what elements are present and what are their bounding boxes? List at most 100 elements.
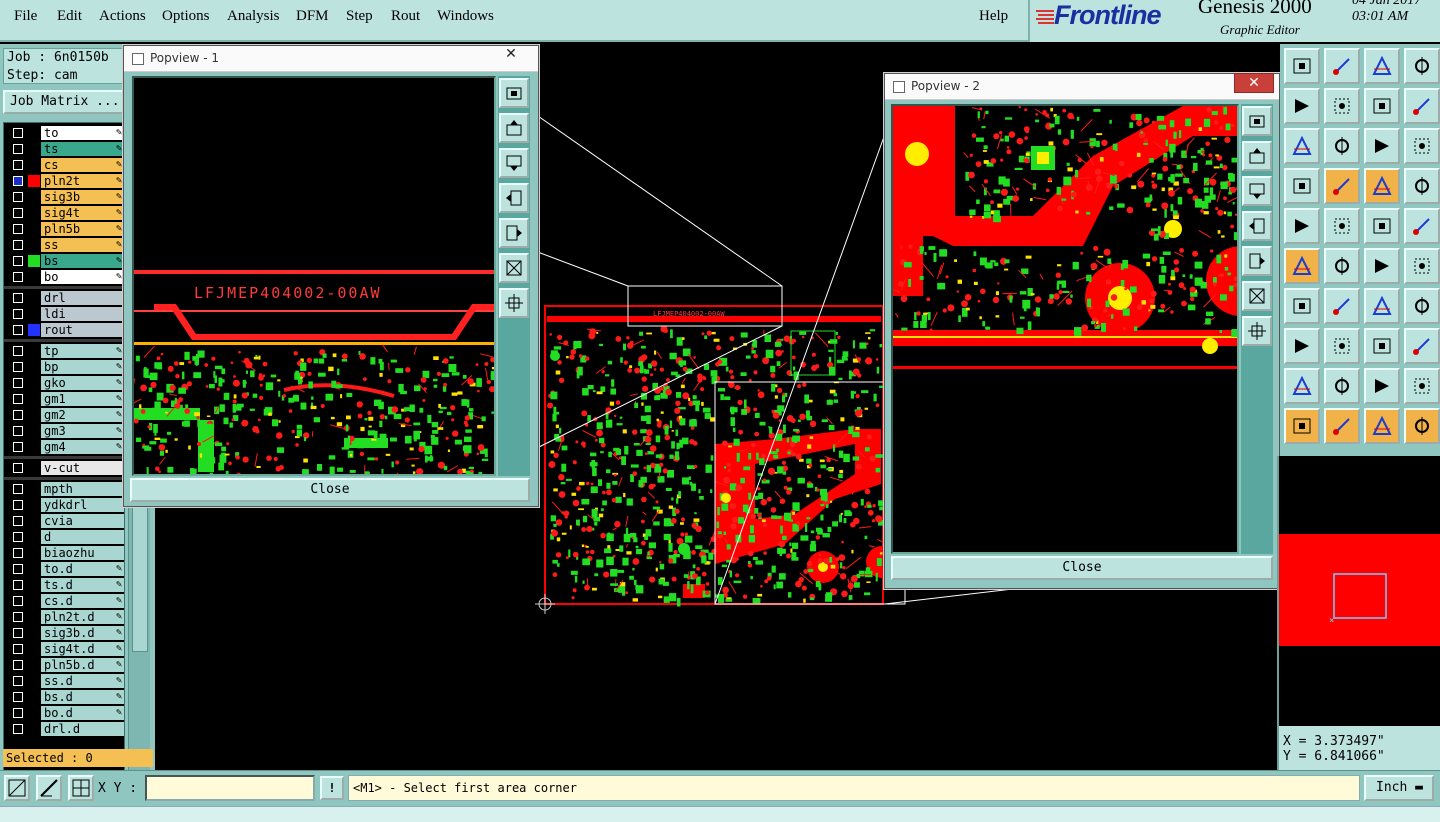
layer-row[interactable]: cvia (4, 513, 124, 529)
layer-checkbox[interactable] (13, 240, 23, 250)
snap-tool-icon[interactable] (4, 775, 30, 801)
layer-row[interactable]: ydkdrl (4, 497, 124, 513)
pop-tool-left-icon[interactable] (1242, 211, 1272, 241)
layer-name[interactable]: gko ✎ (41, 376, 124, 390)
pan-left-icon[interactable] (1284, 88, 1320, 124)
layer-name[interactable]: bo.d ✎ (41, 706, 124, 720)
popview-1-window[interactable]: Popview - 1 ✕ LFJMEP404002-00AW Close (123, 45, 539, 507)
layer-name[interactable]: ydkdrl (41, 498, 124, 512)
layer-name[interactable]: sig4t.d ✎ (41, 642, 124, 656)
cross-icon[interactable] (1324, 248, 1360, 284)
layer-name[interactable]: cs ✎ (41, 158, 124, 172)
layer-checkbox[interactable] (13, 500, 23, 510)
layer-checkbox[interactable] (13, 293, 23, 303)
layer-checkbox[interactable] (13, 362, 23, 372)
layer-name[interactable]: pln5b ✎ (41, 222, 124, 236)
layer-row[interactable]: gko ✎ (4, 375, 124, 391)
pop-tool-right-icon[interactable] (1242, 246, 1272, 276)
triangle-line-icon[interactable] (1404, 368, 1440, 404)
command-exec-button[interactable]: ! (320, 776, 344, 800)
layer-row[interactable]: bs ✎ (4, 253, 124, 269)
pop-tool-zoom-in-icon[interactable] (499, 288, 529, 318)
layer-checkbox[interactable] (13, 628, 23, 638)
layer-checkbox[interactable] (13, 346, 23, 356)
menu-analysis[interactable]: Analysis (227, 8, 280, 25)
home-icon[interactable] (1364, 48, 1400, 84)
layer-name[interactable]: to.d ✎ (41, 562, 124, 576)
layer-checkbox[interactable] (13, 660, 23, 670)
layer-name[interactable]: bs ✎ (41, 254, 124, 268)
layer-name[interactable]: bs.d ✎ (41, 690, 124, 704)
pop-tool-up-icon[interactable] (1242, 141, 1272, 171)
pop-tool-up-icon[interactable] (499, 113, 529, 143)
grid-view-icon[interactable] (1404, 48, 1440, 84)
pop-tool-zoom-out-icon[interactable] (1242, 281, 1272, 311)
menu-actions[interactable]: Actions (99, 8, 146, 25)
layer-row[interactable]: drl (4, 290, 124, 306)
layer-row[interactable]: pln5b.d ✎ (4, 657, 124, 673)
measure-tool-icon[interactable] (36, 775, 62, 801)
layer-checkbox[interactable] (13, 144, 23, 154)
pop-tool-zoom-out-icon[interactable] (499, 253, 529, 283)
layer-row[interactable]: bp ✎ (4, 359, 124, 375)
menu-dfm[interactable]: DFM (296, 8, 329, 25)
layer-name[interactable]: drl.d (41, 722, 124, 736)
layer-checkbox[interactable] (13, 426, 23, 436)
layer-name[interactable]: ldi (41, 307, 124, 321)
layer-row[interactable]: d (4, 529, 124, 545)
layer-name[interactable]: biaozhu (41, 546, 124, 560)
layer-checkbox[interactable] (13, 532, 23, 542)
layer-row[interactable]: tp ✎ (4, 343, 124, 359)
net-icon[interactable] (1364, 168, 1400, 204)
menu-edit[interactable]: Edit (57, 8, 82, 25)
pointer-icon[interactable] (1284, 408, 1320, 444)
layer-name[interactable]: bp ✎ (41, 360, 124, 374)
popview-1-close-button[interactable]: Close (130, 478, 530, 502)
popview-2-window[interactable]: Popview - 2 ✕ Close (884, 73, 1280, 589)
ruler-icon[interactable] (1364, 208, 1400, 244)
popview-2-view[interactable] (891, 104, 1239, 554)
layer-name[interactable]: sig3b.d ✎ (41, 626, 124, 640)
popview-1-view[interactable]: LFJMEP404002-00AW (132, 76, 496, 476)
menu-rout[interactable]: Rout (391, 8, 420, 25)
layer-row[interactable]: ss ✎ (4, 237, 124, 253)
resize-icon[interactable] (1364, 328, 1400, 364)
popview-2-close-x-button[interactable]: ✕ (1234, 73, 1274, 93)
layer-row[interactable]: rout (4, 322, 124, 338)
overview-map[interactable]: × (1277, 456, 1440, 726)
menu-options[interactable]: Options (162, 8, 210, 25)
layer-name[interactable]: ss ✎ (41, 238, 124, 252)
pop-tool-zoom-in-icon[interactable] (1242, 316, 1272, 346)
layer-color-swatch[interactable] (28, 175, 40, 187)
pad-move-icon[interactable] (1284, 328, 1320, 364)
layer-checkbox[interactable] (13, 394, 23, 404)
layer-row[interactable]: bo ✎ (4, 269, 124, 285)
layer-checkbox[interactable] (13, 708, 23, 718)
layer-checkbox[interactable] (13, 676, 23, 686)
popview-2-pcb[interactable] (893, 106, 1239, 554)
layer-row[interactable]: ts ✎ (4, 141, 124, 157)
scale-one-to-one-icon[interactable] (1364, 128, 1400, 164)
layer-name[interactable]: bo ✎ (41, 270, 124, 284)
pop-tool-fit-icon[interactable] (499, 78, 529, 108)
layer-name[interactable]: gm4 ✎ (41, 440, 124, 454)
layer-name[interactable]: cvia (41, 514, 124, 528)
layer-checkbox[interactable] (13, 580, 23, 590)
menu-windows[interactable]: Windows (437, 8, 494, 25)
triangle-alt-icon[interactable] (1324, 368, 1360, 404)
layer-row[interactable]: v-cut (4, 460, 124, 476)
layer-row[interactable]: biaozhu (4, 545, 124, 561)
popview-2-titlebar[interactable]: Popview - 2 ✕ (885, 73, 1279, 100)
layer-checkbox[interactable] (13, 410, 23, 420)
pad-icon[interactable] (1284, 208, 1320, 244)
layer-name[interactable]: mpth (41, 482, 124, 496)
pop-tool-down-icon[interactable] (1242, 176, 1272, 206)
layer-name[interactable]: pln2t.d ✎ (41, 610, 124, 624)
split-icon[interactable] (1324, 328, 1360, 364)
curve-icon[interactable] (1364, 288, 1400, 324)
layer-name[interactable]: ts.d ✎ (41, 578, 124, 592)
popview-2-close-button[interactable]: Close (891, 556, 1273, 580)
layer-checkbox[interactable] (13, 325, 23, 335)
layer-name[interactable]: gm2 ✎ (41, 408, 124, 422)
layer-row[interactable]: bs.d ✎ (4, 689, 124, 705)
